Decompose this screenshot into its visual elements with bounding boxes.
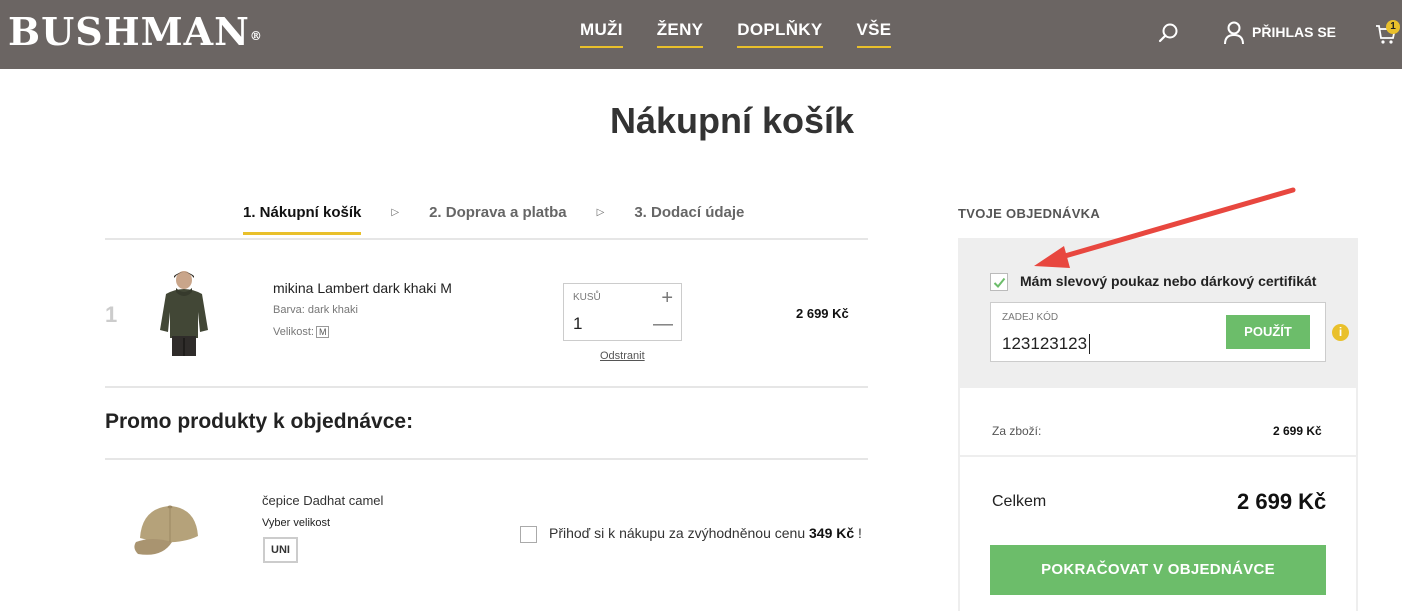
promo-add-checkbox[interactable] xyxy=(520,526,537,543)
logo-text: BUSHMAN xyxy=(8,9,250,54)
quantity-label: KUSŮ xyxy=(573,292,601,303)
quantity-input[interactable]: 1 xyxy=(573,314,582,334)
user-icon[interactable] xyxy=(1222,20,1246,46)
item-name[interactable]: mikina Lambert dark khaki M xyxy=(273,280,452,296)
step-cart[interactable]: 1. Nákupní košík xyxy=(243,204,362,235)
product-image-cap[interactable] xyxy=(132,498,207,560)
login-link[interactable]: PŘIHLAS SE xyxy=(1252,24,1336,40)
info-icon[interactable]: i xyxy=(1332,324,1349,341)
nav-item-vse[interactable]: VŠE xyxy=(856,20,892,48)
item-index: 1 xyxy=(105,302,118,327)
step-delivery-details[interactable]: 3. Dodací údaje xyxy=(634,204,744,235)
coupon-code-input[interactable]: 123123123 xyxy=(1002,334,1091,354)
item-size-value: M xyxy=(315,326,330,338)
promo-offer-label: Přihoď si k nákupu za zvýhodněnou cenu xyxy=(549,525,806,541)
minus-icon[interactable]: — xyxy=(653,314,673,334)
promo-offer-text: Přihoď si k nákupu za zvýhodněnou cenu 3… xyxy=(549,525,862,541)
quantity-stepper[interactable]: KUSŮ 1 + — xyxy=(563,283,682,341)
divider xyxy=(105,458,868,460)
total-label: Celkem xyxy=(992,493,1047,510)
promo-offer-price: 349 Kč xyxy=(809,525,855,541)
step-arrow-icon: ▷ xyxy=(596,207,605,218)
nav-item-muzi[interactable]: MUŽI xyxy=(580,20,623,48)
checkout-steps: 1. Nákupní košík ▷ 2. Doprava a platba ▷… xyxy=(243,204,744,235)
plus-icon[interactable]: + xyxy=(661,288,673,308)
continue-order-button[interactable]: POKRAČOVAT V OBJEDNÁVCE xyxy=(990,545,1326,595)
step-shipping-payment[interactable]: 2. Doprava a platba xyxy=(429,204,567,235)
coupon-code-label: ZADEJ KÓD xyxy=(1002,312,1059,323)
site-header: BUSHMAN® MUŽI ŽENY DOPLŇKY VŠE PŘIHLAS S… xyxy=(0,0,1402,69)
logo[interactable]: BUSHMAN® xyxy=(8,10,263,54)
item-size-label: Velikost: xyxy=(273,326,314,338)
divider xyxy=(958,455,1358,457)
item-size: Velikost: M xyxy=(273,326,330,338)
cart-count-badge: 1 xyxy=(1386,20,1400,34)
promo-offer-suffix: ! xyxy=(858,525,862,541)
remove-item-link[interactable]: Odstranit xyxy=(600,350,645,362)
coupon-checkbox[interactable] xyxy=(990,273,1008,291)
item-price: 2 699 Kč xyxy=(796,306,849,321)
divider xyxy=(105,238,868,240)
divider xyxy=(105,386,868,388)
check-icon xyxy=(993,277,1006,288)
promo-size-label: Vyber velikost xyxy=(262,517,331,529)
product-image-hoodie[interactable] xyxy=(150,268,218,358)
item-color: Barva: dark khaki xyxy=(273,304,358,316)
page-title: Nákupní košík xyxy=(609,100,855,141)
annotation-arrow-icon xyxy=(1034,187,1296,268)
coupon-code-field[interactable]: ZADEJ KÓD 123123123 POUŽÍT xyxy=(990,302,1326,362)
main-nav: MUŽI ŽENY DOPLŇKY VŠE xyxy=(580,20,892,48)
nav-item-zeny[interactable]: ŽENY xyxy=(656,20,704,48)
step-arrow-icon: ▷ xyxy=(391,207,400,218)
total-value: 2 699 Kč xyxy=(1237,489,1327,514)
subtotal-value: 2 699 Kč xyxy=(1273,424,1322,438)
subtotal-label: Za zboží: xyxy=(992,424,1042,438)
promo-size-option-uni[interactable]: UNI xyxy=(263,537,298,563)
registered-mark: ® xyxy=(249,29,263,43)
promo-product-name[interactable]: čepice Dadhat camel xyxy=(262,493,383,508)
nav-item-doplnky[interactable]: DOPLŇKY xyxy=(737,20,823,48)
apply-coupon-button[interactable]: POUŽÍT xyxy=(1226,315,1310,349)
search-icon[interactable] xyxy=(1158,22,1180,44)
promo-section-title: Promo produkty k objednávce: xyxy=(105,410,414,433)
